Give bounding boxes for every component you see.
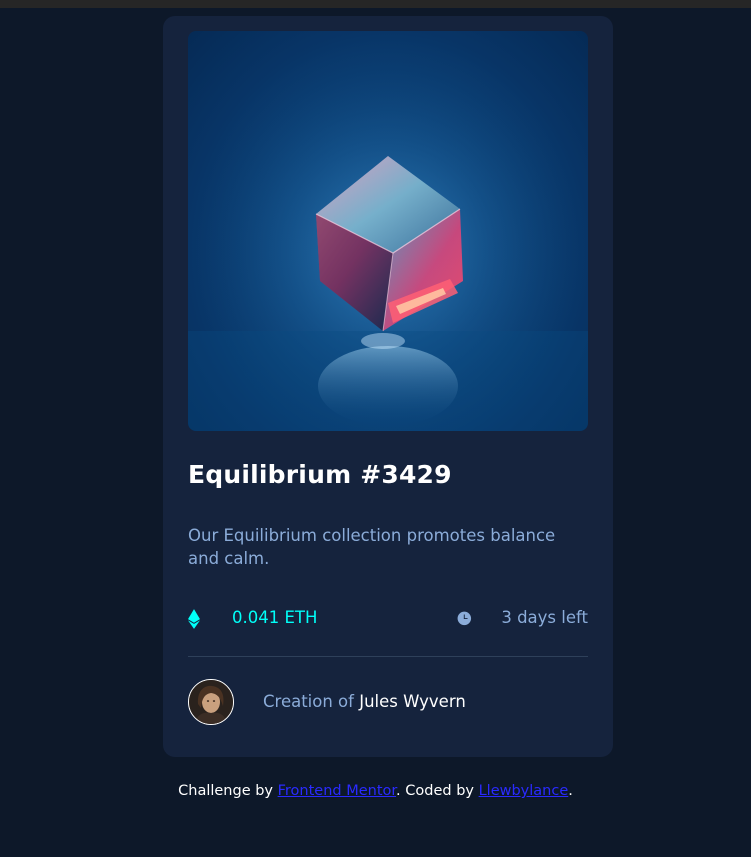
ethereum-icon xyxy=(188,609,200,629)
author-link[interactable]: Llewbylance xyxy=(479,783,569,799)
nft-card: Equilibrium #3429 Our Equilibrium collec… xyxy=(163,16,613,757)
time-left: 3 days left xyxy=(501,608,588,627)
nft-image[interactable] xyxy=(188,31,588,431)
nft-meta-row: 0.041 ETH 3 days left xyxy=(188,606,588,632)
divider xyxy=(188,656,588,657)
crystal-cube-illustration xyxy=(188,31,588,431)
avatar-image xyxy=(189,680,233,724)
creator-prefix: Creation of xyxy=(263,692,360,711)
nft-title[interactable]: Equilibrium #3429 xyxy=(188,460,452,489)
nft-price: 0.041 ETH xyxy=(232,608,318,627)
creator-name[interactable]: Jules Wyvern xyxy=(359,692,466,711)
clock-icon xyxy=(457,611,472,626)
attribution-text-1: Challenge by xyxy=(178,783,278,799)
attribution: Challenge by Frontend Mentor. Coded by L… xyxy=(0,783,751,799)
attribution-text-3: . xyxy=(568,783,573,799)
frontend-mentor-link[interactable]: Frontend Mentor xyxy=(278,783,396,799)
nft-description: Our Equilibrium collection promotes bala… xyxy=(188,526,556,568)
creator-line: Creation of Jules Wyvern xyxy=(263,692,466,711)
avatar xyxy=(188,679,234,725)
attribution-text-2: . Coded by xyxy=(396,783,479,799)
browser-top-bar xyxy=(0,0,751,8)
